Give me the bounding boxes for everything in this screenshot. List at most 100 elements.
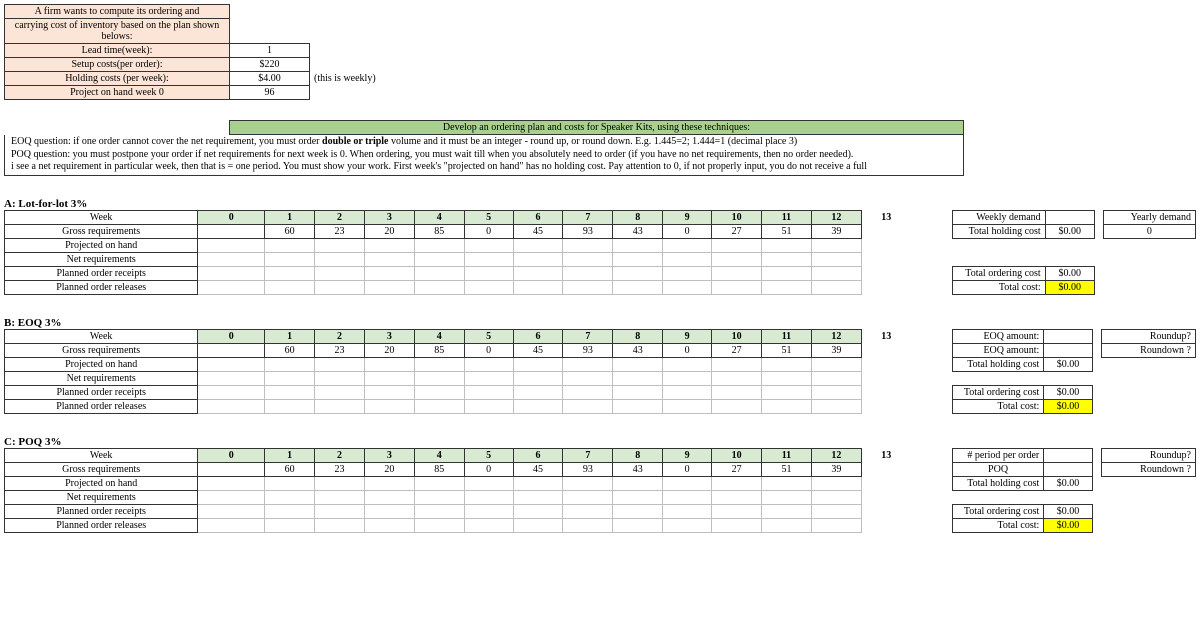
cell[interactable]: 93	[563, 224, 613, 238]
cell[interactable]	[464, 357, 513, 371]
cell[interactable]	[861, 504, 911, 518]
cell[interactable]	[198, 280, 265, 294]
cell[interactable]	[811, 518, 861, 532]
cell[interactable]	[315, 371, 365, 385]
cell[interactable]	[364, 252, 414, 266]
cell[interactable]	[364, 385, 414, 399]
cell[interactable]	[464, 490, 513, 504]
cell[interactable]	[861, 357, 911, 371]
cell[interactable]	[414, 266, 464, 280]
cell[interactable]	[198, 238, 265, 252]
cell[interactable]	[712, 385, 762, 399]
cell[interactable]	[563, 238, 613, 252]
total-ordering-val[interactable]: $0.00	[1044, 504, 1093, 518]
yearly-demand-val[interactable]: 0	[1103, 224, 1195, 238]
param-setup-val[interactable]: $220	[230, 58, 310, 72]
cell[interactable]	[315, 252, 365, 266]
cell[interactable]	[861, 252, 911, 266]
cell[interactable]	[811, 399, 861, 413]
cell[interactable]: 51	[762, 224, 812, 238]
param-setup-label[interactable]: Setup costs(per order):	[5, 58, 230, 72]
cell[interactable]	[712, 371, 762, 385]
cell[interactable]	[198, 371, 265, 385]
cell[interactable]	[563, 490, 613, 504]
eoq-amount-val[interactable]	[1044, 329, 1093, 343]
cell[interactable]: 85	[414, 224, 464, 238]
cell[interactable]	[464, 238, 513, 252]
cell[interactable]	[712, 266, 762, 280]
cell[interactable]: 20	[364, 343, 414, 357]
cell[interactable]	[762, 238, 812, 252]
cell[interactable]	[315, 357, 365, 371]
cell[interactable]	[613, 476, 663, 490]
cell[interactable]	[563, 385, 613, 399]
cell[interactable]	[414, 504, 464, 518]
cell[interactable]	[198, 476, 265, 490]
cell[interactable]: 0	[464, 462, 513, 476]
cell[interactable]	[613, 252, 663, 266]
cell[interactable]	[861, 399, 911, 413]
cell[interactable]	[364, 238, 414, 252]
cell[interactable]	[762, 266, 812, 280]
cell[interactable]	[762, 490, 812, 504]
cell[interactable]	[712, 238, 762, 252]
cell[interactable]	[265, 371, 315, 385]
cell[interactable]	[265, 252, 315, 266]
cell[interactable]	[464, 371, 513, 385]
cell[interactable]: 23	[315, 343, 365, 357]
total-holding-val[interactable]: $0.00	[1044, 476, 1093, 490]
cell[interactable]	[861, 343, 911, 357]
cell[interactable]	[663, 476, 712, 490]
cell[interactable]	[315, 280, 365, 294]
cell[interactable]: 51	[762, 462, 812, 476]
cell[interactable]	[613, 280, 663, 294]
cell[interactable]	[315, 490, 365, 504]
cell[interactable]: 39	[811, 224, 861, 238]
cell[interactable]	[364, 371, 414, 385]
cell[interactable]: 27	[712, 224, 762, 238]
cell[interactable]	[811, 504, 861, 518]
cell[interactable]	[811, 490, 861, 504]
param-onhand-label[interactable]: Project on hand week 0	[5, 86, 230, 100]
cell[interactable]	[663, 280, 712, 294]
param-leadtime-val[interactable]: 1	[230, 44, 310, 58]
total-ordering-val[interactable]: $0.00	[1044, 385, 1093, 399]
cell[interactable]: 0	[464, 224, 513, 238]
cell[interactable]	[712, 504, 762, 518]
cell[interactable]	[762, 399, 812, 413]
cell[interactable]: 0	[663, 343, 712, 357]
weekly-demand-val[interactable]	[1045, 210, 1094, 224]
cell[interactable]: 0	[663, 462, 712, 476]
cell[interactable]	[198, 399, 265, 413]
cell[interactable]	[663, 385, 712, 399]
cell[interactable]	[364, 476, 414, 490]
cell[interactable]	[762, 385, 812, 399]
cell[interactable]	[861, 224, 911, 238]
cell[interactable]	[663, 399, 712, 413]
cell[interactable]	[513, 266, 563, 280]
cell[interactable]	[198, 490, 265, 504]
poq-val[interactable]	[1044, 462, 1093, 476]
cell[interactable]	[414, 280, 464, 294]
cell[interactable]	[513, 371, 563, 385]
cell[interactable]	[563, 252, 613, 266]
cell[interactable]: 60	[265, 224, 315, 238]
cell[interactable]	[315, 399, 365, 413]
cell[interactable]	[613, 357, 663, 371]
cell[interactable]	[663, 252, 712, 266]
cell[interactable]: 0	[663, 224, 712, 238]
cell[interactable]	[613, 238, 663, 252]
cell[interactable]: 43	[613, 462, 663, 476]
cell[interactable]	[663, 238, 712, 252]
cell[interactable]	[811, 357, 861, 371]
cell[interactable]	[811, 476, 861, 490]
cell[interactable]: 23	[315, 224, 365, 238]
cell[interactable]	[198, 266, 265, 280]
cell[interactable]	[762, 504, 812, 518]
cell[interactable]	[513, 476, 563, 490]
cell[interactable]: 20	[364, 462, 414, 476]
cell[interactable]	[613, 518, 663, 532]
cell[interactable]	[613, 385, 663, 399]
cell[interactable]	[663, 518, 712, 532]
cell[interactable]: 27	[712, 343, 762, 357]
